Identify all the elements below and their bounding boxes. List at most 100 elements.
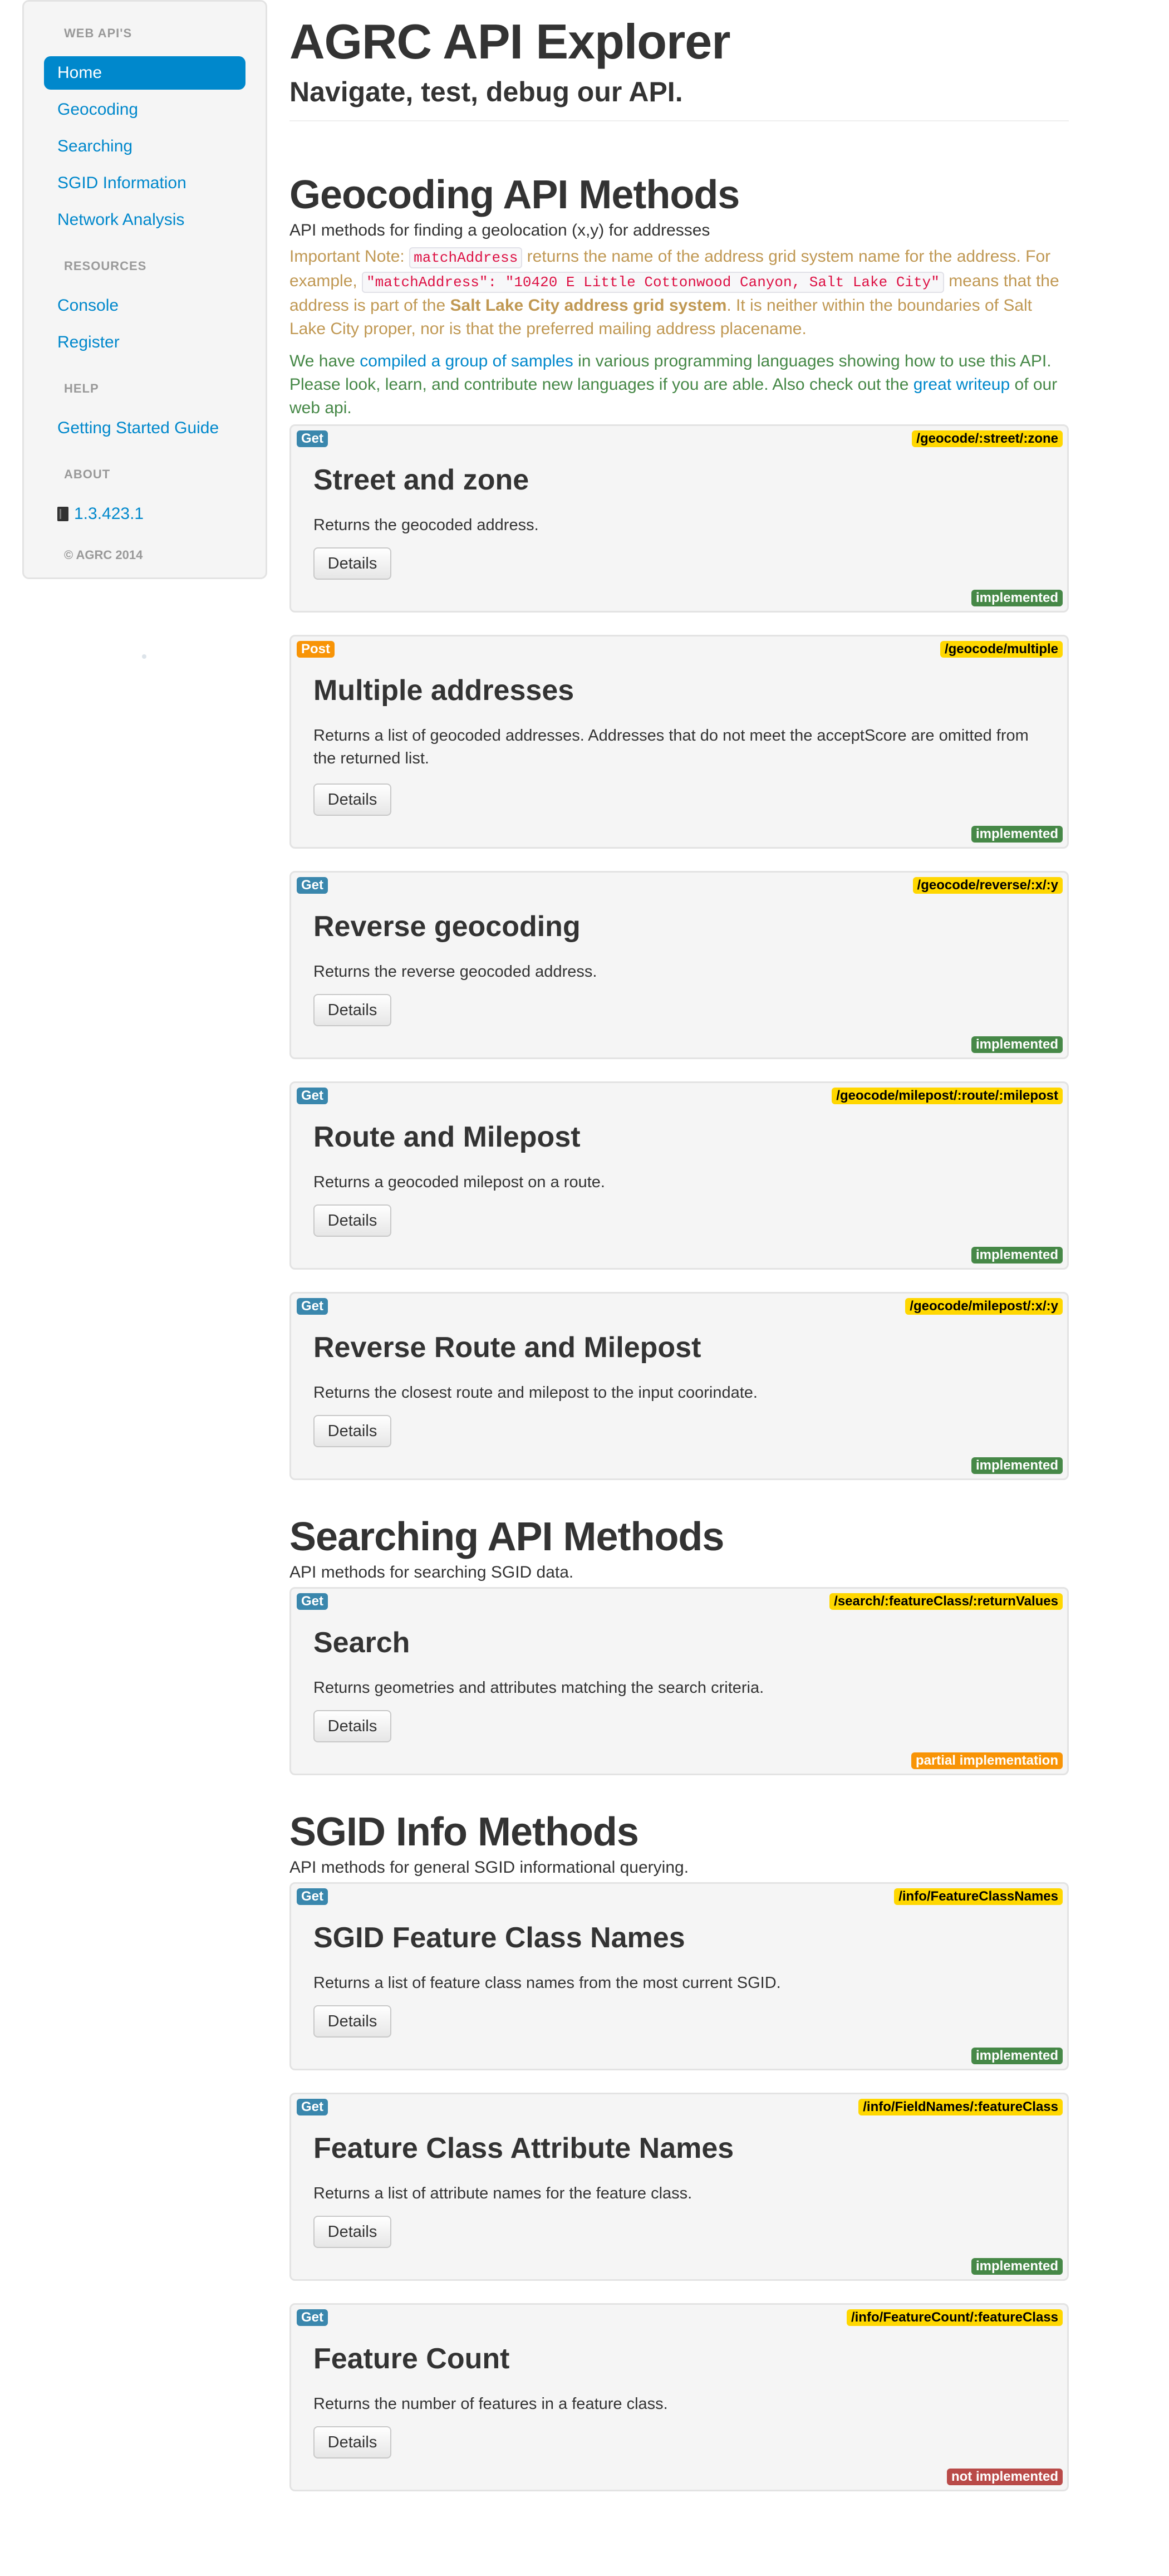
method-title: Reverse geocoding: [313, 910, 581, 943]
verb-badge: Get: [297, 1298, 328, 1315]
method-title: Feature Class Attribute Names: [313, 2132, 734, 2164]
verb-badge: Get: [297, 877, 328, 894]
version-label: 1.3.423.1: [74, 505, 144, 523]
method-desc: Returns the number of features in a feat…: [313, 2395, 668, 2413]
status-badge: not implemented: [946, 2469, 1063, 2485]
nav-header-about: ABOUT: [64, 467, 111, 481]
note-bold-grid-system: Salt Lake City address grid system: [450, 296, 727, 315]
details-button[interactable]: Details: [313, 1710, 391, 1742]
method-card-multiple-addresses: Post /geocode/multiple Multiple addresse…: [289, 635, 1069, 849]
method-card-reverse-route-milepost: Get /geocode/milepost/:x/:y Reverse Rout…: [289, 1292, 1069, 1480]
status-badge: partial implementation: [911, 1752, 1063, 1769]
method-title: Street and zone: [313, 464, 529, 496]
route-badge: /geocode/:street/:zone: [912, 430, 1063, 447]
status-badge: implemented: [971, 2048, 1063, 2064]
route-badge: /geocode/milepost/:x/:y: [905, 1298, 1063, 1315]
verb-badge: Get: [297, 1888, 328, 1905]
sidebar-item-version[interactable]: 1.3.423.1: [44, 497, 245, 531]
note-code-example: "matchAddress": "10420 E Little Cottonwo…: [362, 272, 944, 293]
status-badge: implemented: [971, 1036, 1063, 1053]
sidebar-item-home[interactable]: Home: [44, 56, 245, 90]
method-card-feature-count: Get /info/FeatureCount/:featureClass Fea…: [289, 2303, 1069, 2491]
route-badge: /info/FeatureClassNames: [894, 1888, 1063, 1905]
details-button[interactable]: Details: [313, 547, 391, 580]
decorative-dot: [142, 654, 146, 659]
method-card-street-zone: Get /geocode/:street/:zone Street and zo…: [289, 424, 1069, 613]
verb-badge: Get: [297, 2309, 328, 2326]
samples-paragraph: We have compiled a group of samples in v…: [289, 350, 1069, 420]
geocoding-section-title: Geocoding API Methods: [289, 173, 740, 217]
details-button[interactable]: Details: [313, 2005, 391, 2038]
nav-header-resources: RESOURCES: [64, 259, 147, 273]
copyright: © AGRC 2014: [64, 548, 143, 562]
sidebar-item-register[interactable]: Register: [44, 326, 245, 359]
status-badge: implemented: [971, 590, 1063, 606]
status-badge: implemented: [971, 826, 1063, 843]
main-content: AGRC API Explorer Navigate, test, debug …: [289, 0, 1069, 2514]
book-icon: [57, 507, 68, 521]
sidebar-item-console[interactable]: Console: [44, 289, 245, 322]
status-badge: implemented: [971, 1247, 1063, 1263]
method-title: Multiple addresses: [313, 674, 574, 707]
method-desc: Returns a list of geocoded addresses. Ad…: [313, 727, 1029, 767]
method-desc: Returns a geocoded milepost on a route.: [313, 1173, 605, 1191]
details-button[interactable]: Details: [313, 783, 391, 816]
method-desc: Returns geometries and attributes matchi…: [313, 1679, 764, 1697]
status-badge: implemented: [971, 2258, 1063, 2275]
method-card-search: Get /search/:featureClass/:returnValues …: [289, 1587, 1069, 1775]
method-title: SGID Feature Class Names: [313, 1922, 685, 1954]
note-code-match-address: matchAddress: [409, 247, 523, 268]
verb-badge: Post: [297, 641, 335, 658]
route-badge: /geocode/multiple: [940, 641, 1063, 658]
method-title: Route and Milepost: [313, 1121, 581, 1153]
note-prefix: Important Note:: [289, 247, 410, 266]
samples-text-1: We have: [289, 352, 360, 370]
method-desc: Returns the geocoded address.: [313, 516, 539, 534]
method-title: Feature Count: [313, 2343, 510, 2375]
method-card-sgid-feature-class-names: Get /info/FeatureClassNames SGID Feature…: [289, 1882, 1069, 2070]
method-desc: Returns the closest route and milepost t…: [313, 1384, 758, 1402]
sidebar-item-network-analysis[interactable]: Network Analysis: [44, 203, 245, 237]
nav-header-web-apis: WEB API'S: [64, 26, 132, 40]
method-card-route-milepost: Get /geocode/milepost/:route/:milepost R…: [289, 1081, 1069, 1270]
route-badge: /info/FieldNames/:featureClass: [858, 2099, 1063, 2115]
sidebar-item-getting-started-guide[interactable]: Getting Started Guide: [44, 412, 245, 445]
status-badge: implemented: [971, 1457, 1063, 1474]
details-button[interactable]: Details: [313, 994, 391, 1026]
sgid-section-desc: API methods for general SGID information…: [289, 1858, 689, 1877]
route-badge: /search/:featureClass/:returnValues: [829, 1593, 1063, 1610]
sidebar-item-geocoding[interactable]: Geocoding: [44, 93, 245, 126]
samples-link[interactable]: compiled a group of samples: [360, 352, 573, 370]
route-badge: /geocode/reverse/:x/:y: [912, 877, 1063, 894]
page-title: AGRC API Explorer: [289, 14, 730, 69]
details-button[interactable]: Details: [313, 1204, 391, 1237]
divider: [289, 120, 1069, 121]
method-desc: Returns the reverse geocoded address.: [313, 963, 597, 981]
method-title: Reverse Route and Milepost: [313, 1331, 701, 1364]
geocoding-section-desc: API methods for finding a geolocation (x…: [289, 221, 710, 239]
page-subtitle: Navigate, test, debug our API.: [289, 76, 683, 107]
verb-badge: Get: [297, 430, 328, 447]
method-card-feature-class-attribute-names: Get /info/FieldNames/:featureClass Featu…: [289, 2093, 1069, 2281]
method-card-reverse-geocoding: Get /geocode/reverse/:x/:y Reverse geoco…: [289, 871, 1069, 1059]
searching-section-title: Searching API Methods: [289, 1515, 724, 1559]
details-button[interactable]: Details: [313, 2216, 391, 2248]
method-desc: Returns a list of attribute names for th…: [313, 2185, 692, 2202]
method-title: Search: [313, 1627, 410, 1659]
sidebar-item-sgid-information[interactable]: SGID Information: [44, 166, 245, 200]
nav-header-help: HELP: [64, 381, 99, 395]
verb-badge: Get: [297, 1088, 328, 1104]
details-button[interactable]: Details: [313, 2426, 391, 2459]
sidebar-item-searching[interactable]: Searching: [44, 130, 245, 163]
sidebar: WEB API'S Home Geocoding Searching SGID …: [22, 0, 267, 579]
details-button[interactable]: Details: [313, 1415, 391, 1447]
route-badge: /info/FeatureCount/:featureClass: [846, 2309, 1063, 2326]
writeup-link[interactable]: great writeup: [913, 375, 1010, 394]
verb-badge: Get: [297, 1593, 328, 1610]
verb-badge: Get: [297, 2099, 328, 2115]
method-desc: Returns a list of feature class names fr…: [313, 1974, 781, 1992]
geocoding-important-note: Important Note: matchAddress returns the…: [289, 245, 1069, 341]
searching-section-desc: API methods for searching SGID data.: [289, 1563, 574, 1581]
route-badge: /geocode/milepost/:route/:milepost: [832, 1088, 1063, 1104]
sgid-section-title: SGID Info Methods: [289, 1810, 639, 1854]
